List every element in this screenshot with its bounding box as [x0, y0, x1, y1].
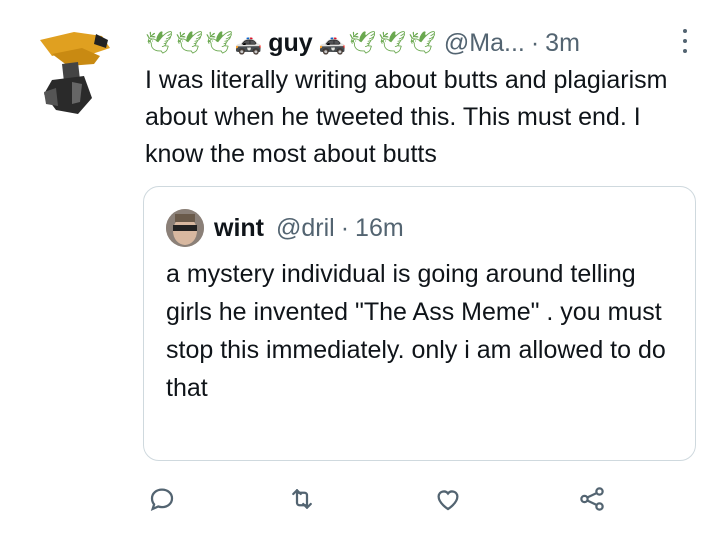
quoted-tweet-text: a mystery individual is going around tel… [166, 260, 666, 402]
separator-dot: · [530, 29, 540, 57]
like-icon [437, 490, 459, 511]
dove-emoji: 🕊 [378, 30, 406, 55]
dove-emoji: 🕊 [204, 30, 233, 55]
reply-icon [150, 488, 174, 512]
more-options-icon[interactable] [675, 26, 695, 56]
tweet-header: 🕊 🕊 🕊 🚓 guy 🚓 🕊 🕊 🕊 @Ma... · 3m [145, 24, 689, 62]
quoted-tweet-header: wint @dril · 16m [166, 207, 404, 249]
share-button[interactable] [575, 482, 609, 516]
golden-hat-figure-avatar [22, 18, 126, 122]
police-car-emoji: 🚓 [318, 30, 347, 55]
reply-button[interactable] [145, 482, 179, 516]
dove-emoji: 🕊 [145, 30, 173, 55]
retweet-icon [292, 489, 312, 509]
quoted-user-handle[interactable]: @dril [276, 214, 335, 243]
quoted-user-avatar [166, 209, 204, 247]
quoted-display-name[interactable]: wint [214, 214, 264, 243]
quoted-tweet-card[interactable]: wint @dril · 16m a mystery individual is… [143, 186, 696, 461]
share-icon [580, 487, 604, 511]
retweet-button[interactable] [285, 482, 319, 516]
police-car-emoji: 🚓 [234, 30, 263, 55]
tweet[interactable]: 🕊 🕊 🕊 🚓 guy 🚓 🕊 🕊 🕊 @Ma... · 3m I was li… [0, 0, 719, 536]
dril-face-avatar [166, 209, 204, 247]
dove-emoji: 🕊 [407, 30, 436, 55]
more-dot [683, 39, 687, 43]
more-dot [683, 49, 687, 53]
tweet-timestamp[interactable]: 3m [545, 24, 580, 62]
user-avatar[interactable] [22, 18, 126, 122]
dove-emoji: 🕊 [174, 30, 203, 55]
more-dot [683, 29, 687, 33]
separator-dot: · [340, 213, 350, 242]
quoted-tweet-timestamp: 16m [355, 213, 404, 242]
user-handle[interactable]: @Ma... [444, 24, 525, 62]
tweet-actions [145, 482, 620, 522]
dove-emoji: 🕊 [348, 30, 377, 55]
like-button[interactable] [431, 482, 465, 516]
display-name[interactable]: guy [268, 24, 312, 62]
tweet-text: I was literally writing about butts and … [145, 66, 668, 168]
